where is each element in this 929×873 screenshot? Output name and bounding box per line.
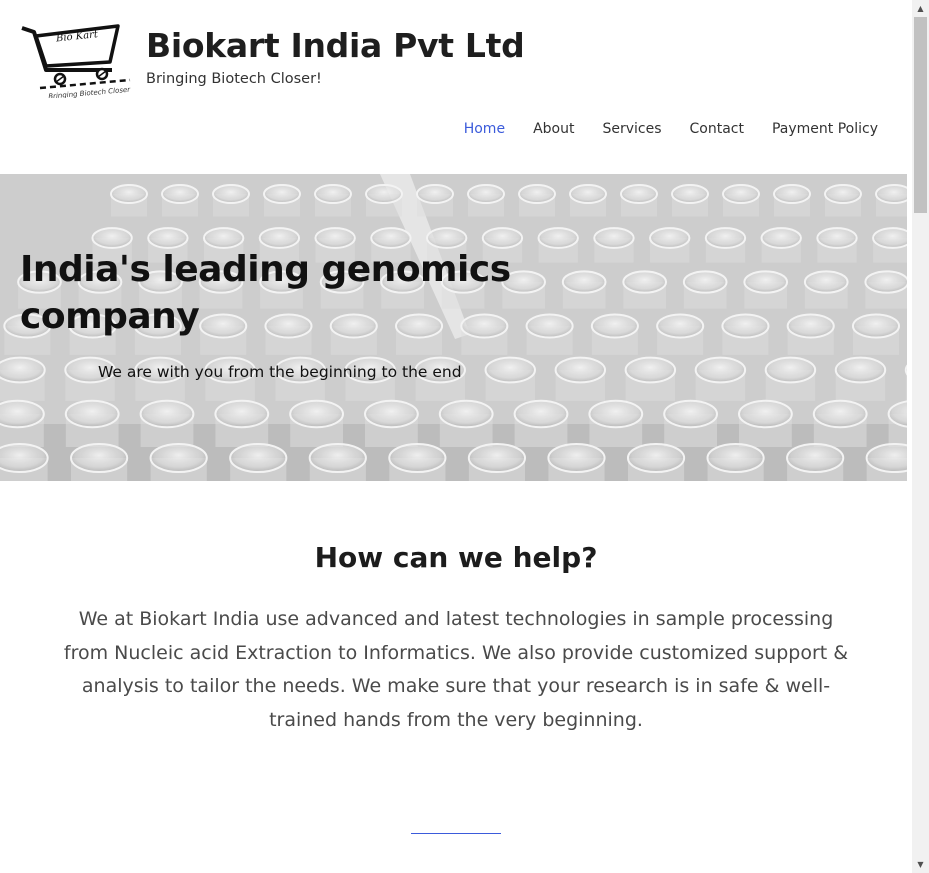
nav-payment-policy[interactable]: Payment Policy	[772, 121, 878, 137]
hero-subtitle: We are with you from the beginning to th…	[98, 363, 462, 381]
help-description: We at Biokart India use advanced and lat…	[63, 608, 849, 731]
nav-home[interactable]: Home	[464, 121, 505, 137]
hero-banner: India's leading genomics company We are …	[0, 174, 907, 481]
hero-title: India's leading genomics company	[20, 249, 511, 337]
nav-services[interactable]: Services	[602, 121, 661, 137]
main-navigation: Home About Services Contact Payment Poli…	[436, 121, 878, 137]
scroll-down-icon[interactable]: ▼	[912, 856, 929, 873]
scroll-thumb[interactable]	[914, 17, 927, 213]
page: Bio Kart Bringing Biotech Closer Biokart…	[0, 0, 912, 873]
site-title[interactable]: Biokart India Pvt Ltd	[146, 26, 525, 65]
page-scrollbar[interactable]: ▲ ▼	[912, 0, 929, 873]
scroll-up-icon[interactable]: ▲	[912, 0, 929, 17]
nav-about[interactable]: About	[533, 121, 574, 137]
help-heading: How can we help?	[314, 541, 598, 574]
biokart-logo[interactable]: Bio Kart Bringing Biotech Closer	[20, 22, 132, 101]
section-divider	[411, 833, 501, 834]
nav-contact[interactable]: Contact	[690, 121, 744, 137]
shopping-cart-logo-icon: Bio Kart Bringing Biotech Closer	[21, 24, 132, 101]
site-tagline: Bringing Biotech Closer!	[146, 71, 322, 87]
